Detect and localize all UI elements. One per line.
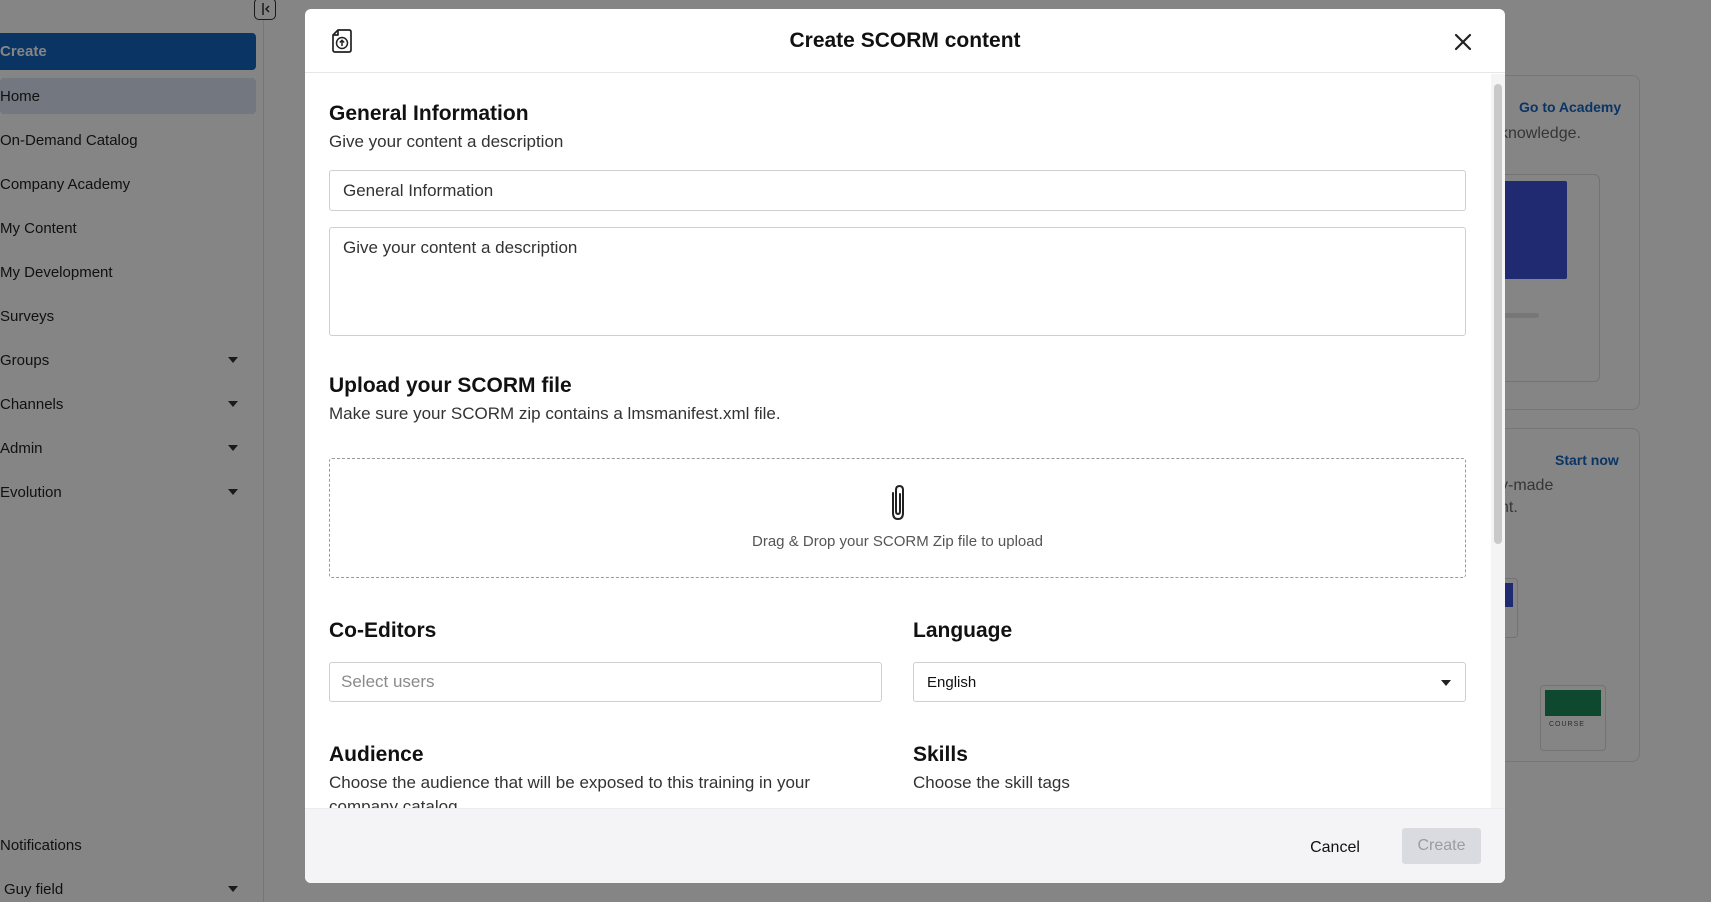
general-information-heading: General Information xyxy=(329,102,529,125)
cancel-button[interactable]: Cancel xyxy=(1300,833,1370,863)
co-editors-heading: Co-Editors xyxy=(329,619,437,642)
upload-scorm-heading: Upload your SCORM file xyxy=(329,374,572,397)
scorm-dropzone[interactable]: Drag & Drop your SCORM Zip file to uploa… xyxy=(329,458,1466,578)
modal-title: Create SCORM content xyxy=(789,29,1021,52)
paperclip-icon xyxy=(892,484,904,521)
skills-subheading: Choose the skill tags xyxy=(913,773,1070,792)
modal-body: General Information Give your content a … xyxy=(305,74,1505,808)
audience-heading: Audience xyxy=(329,743,424,766)
audience-subheading: Choose the audience that will be exposed… xyxy=(329,773,811,808)
dropzone-text: Drag & Drop your SCORM Zip file to uploa… xyxy=(752,533,1043,550)
language-selected-value: English xyxy=(927,673,977,691)
co-editors-input[interactable]: Select users xyxy=(329,662,882,702)
general-information-subheading: Give your content a description xyxy=(329,132,564,151)
content-title-input[interactable]: General Information xyxy=(329,170,1466,211)
chevron-down-icon xyxy=(1441,680,1451,686)
create-scorm-modal: Create SCORM content General Information… xyxy=(305,9,1505,883)
modal-header: Create SCORM content xyxy=(305,9,1505,73)
language-select[interactable]: English xyxy=(913,662,1466,702)
skills-heading: Skills xyxy=(913,743,968,766)
close-icon[interactable] xyxy=(1451,30,1475,54)
create-button[interactable]: Create xyxy=(1402,828,1481,864)
modal-scrollbar[interactable] xyxy=(1491,74,1505,808)
modal-scrollbar-thumb[interactable] xyxy=(1494,84,1502,544)
modal-footer: Cancel Create xyxy=(305,808,1505,883)
language-heading: Language xyxy=(913,619,1013,642)
content-description-textarea[interactable]: Give your content a description xyxy=(329,227,1466,336)
upload-scorm-subheading: Make sure your SCORM zip contains a lmsm… xyxy=(329,404,781,423)
